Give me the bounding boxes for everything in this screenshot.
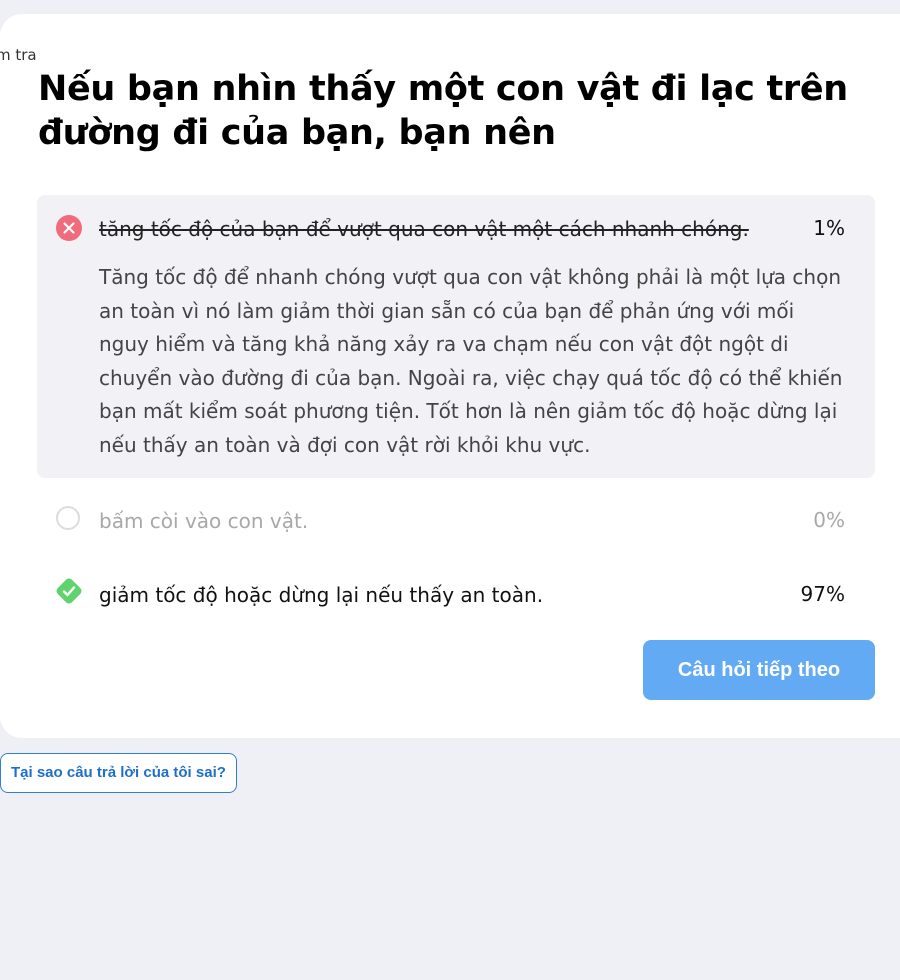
answer-option-2[interactable]: bấm còi vào con vật. 0% bbox=[37, 492, 875, 550]
answer-option-text: bấm còi vào con vật. bbox=[99, 509, 309, 533]
breadcrumb: m tra bbox=[0, 46, 37, 64]
answer-percentage: 0% bbox=[813, 508, 845, 532]
unselected-circle-icon bbox=[56, 506, 80, 530]
next-question-button[interactable]: Câu hỏi tiếp theo bbox=[643, 640, 875, 700]
answer-percentage: 1% bbox=[813, 216, 845, 240]
correct-answer-icon bbox=[54, 576, 84, 606]
question-title: Nếu bạn nhìn thấy một con vật đi lạc trê… bbox=[38, 69, 848, 153]
answer-option-text: giảm tốc độ hoặc dừng lại nếu thấy an to… bbox=[99, 583, 544, 607]
why-wrong-button[interactable]: Tại sao câu trả lời của tôi sai? bbox=[0, 753, 237, 793]
wrong-answer-icon bbox=[56, 215, 82, 241]
answer-explanation: Tăng tốc độ để nhanh chóng vượt qua con … bbox=[99, 265, 843, 457]
answer-option-3[interactable]: giảm tốc độ hoặc dừng lại nếu thấy an to… bbox=[37, 566, 875, 624]
answer-option-text: tăng tốc độ của bạn để vượt qua con vật … bbox=[99, 217, 749, 241]
answer-percentage: 97% bbox=[800, 582, 845, 606]
question-card: m tra Nếu bạn nhìn thấy một con vật đi l… bbox=[0, 14, 900, 738]
answer-option-1[interactable]: tăng tốc độ của bạn để vượt qua con vật … bbox=[37, 195, 875, 478]
